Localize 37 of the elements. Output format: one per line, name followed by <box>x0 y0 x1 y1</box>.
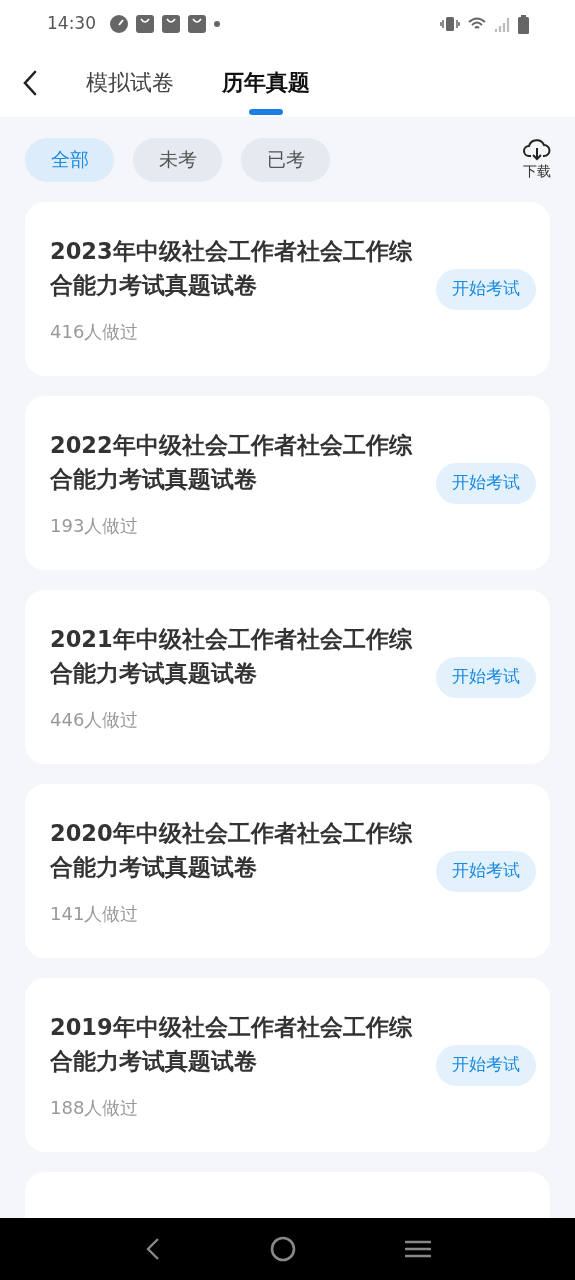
bag-icon <box>136 15 154 33</box>
tab[interactable]: 模拟试卷 <box>86 48 174 117</box>
back-icon[interactable] <box>144 1237 161 1261</box>
attempt-count: 193人做过 <box>50 513 140 538</box>
filter-chip[interactable]: 全部 <box>25 137 114 182</box>
start-exam-button[interactable]: 开始考试 <box>436 462 536 504</box>
back-button[interactable] <box>22 69 38 96</box>
status-time: 14:30 <box>47 12 96 36</box>
filter-chip[interactable]: 未考 <box>133 137 222 182</box>
download-button[interactable]: 下载 <box>523 137 551 182</box>
cloud-download-icon <box>523 137 551 161</box>
bag-icon <box>162 15 180 33</box>
start-exam-button[interactable]: 开始考试 <box>436 268 536 310</box>
battery-icon <box>518 14 529 34</box>
vibrate-icon <box>440 16 460 32</box>
back-icon <box>22 69 38 96</box>
tab[interactable]: 历年真题 <box>222 48 310 117</box>
gauge-icon <box>110 15 128 33</box>
paper-title: 2019年中级社会工作者社会工作综合能力考试真题试卷 <box>50 1012 413 1076</box>
menu-icon[interactable] <box>404 1239 431 1259</box>
attempt-count: 446人做过 <box>50 707 140 732</box>
attempt-count: 188人做过 <box>50 1095 140 1120</box>
dot-icon <box>214 21 220 27</box>
bag-icon <box>188 15 206 33</box>
signal-icon <box>494 16 510 32</box>
start-exam-button[interactable]: 开始考试 <box>436 850 536 892</box>
start-exam-button[interactable]: 开始考试 <box>436 656 536 698</box>
paper-title: 2020年中级社会工作者社会工作综合能力考试真题试卷 <box>50 818 413 882</box>
paper-title: 2021年中级社会工作者社会工作综合能力考试真题试卷 <box>50 624 413 688</box>
attempt-count: 416人做过 <box>50 319 140 344</box>
attempt-count: 141人做过 <box>50 901 140 926</box>
paper-title: 2022年中级社会工作者社会工作综合能力考试真题试卷 <box>50 430 413 494</box>
filter-chip[interactable]: 已考 <box>241 137 330 182</box>
paper-title: 2023年中级社会工作者社会工作综合能力考试真题试卷 <box>50 236 413 300</box>
home-icon[interactable] <box>269 1236 296 1262</box>
wifi-icon <box>468 17 486 31</box>
start-exam-button[interactable]: 开始考试 <box>436 1044 536 1086</box>
